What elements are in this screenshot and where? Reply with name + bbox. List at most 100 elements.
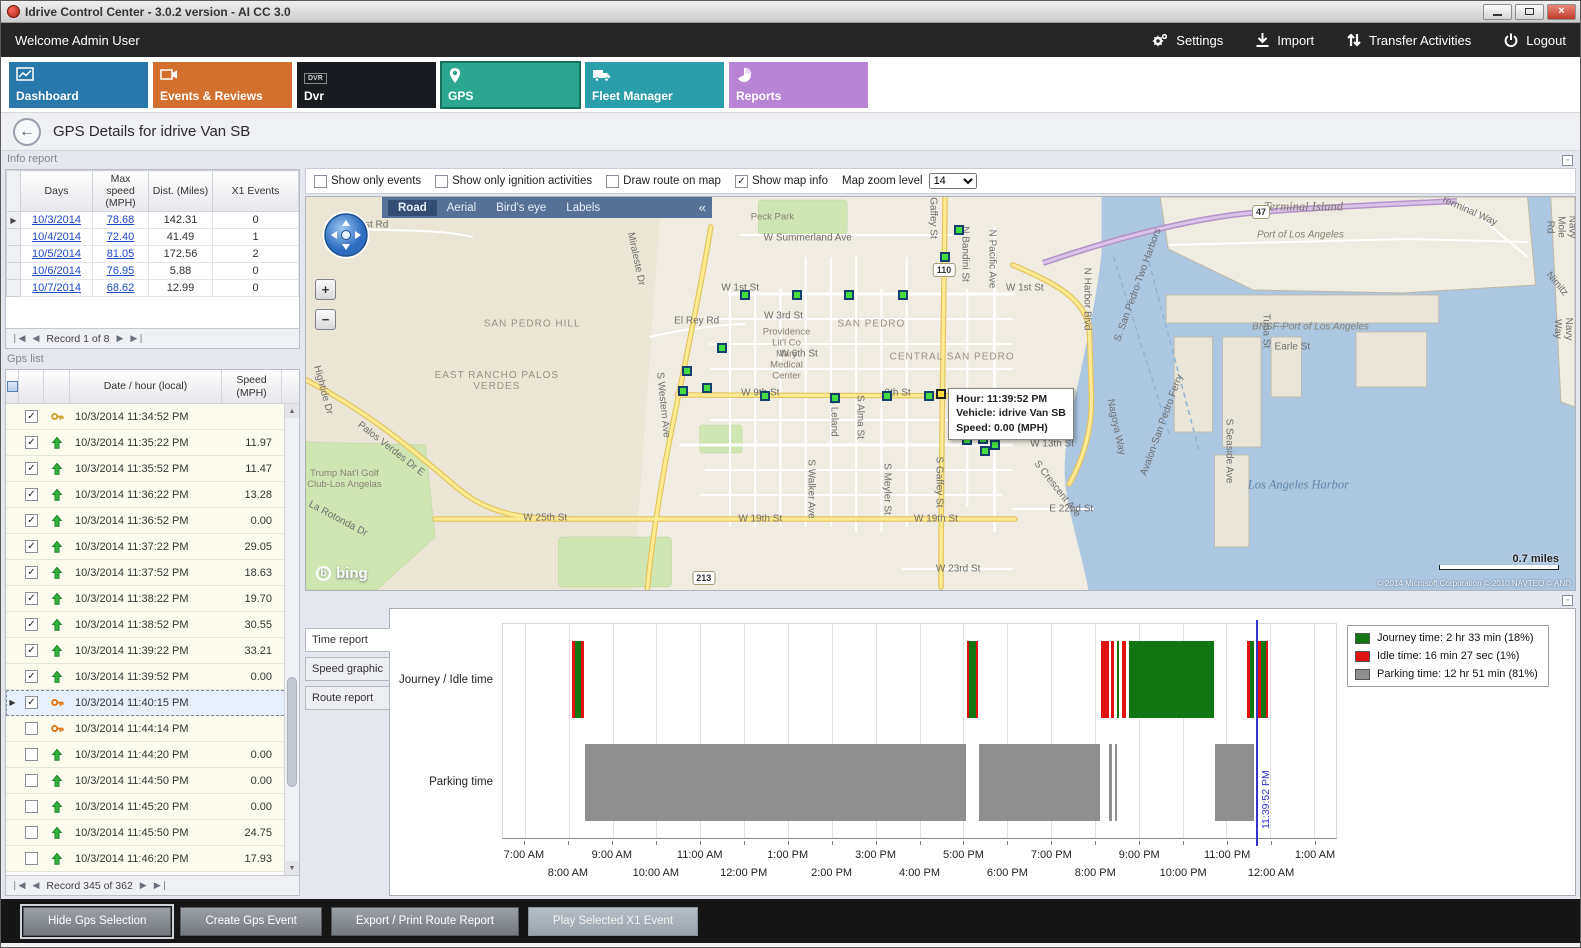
max-speed-link[interactable]: 76.95 — [107, 265, 135, 277]
gps-marker[interactable] — [717, 343, 727, 353]
tab-fleet-manager[interactable]: Fleet Manager — [585, 62, 724, 108]
gps-list-row[interactable]: ✓10/3/2014 11:37:22 PM29.05 — [6, 534, 299, 560]
gps-list-row[interactable]: ✓10/3/2014 11:35:52 PM11.47 — [6, 456, 299, 482]
map-view-labels[interactable]: Labels — [556, 200, 610, 216]
gps-marker[interactable] — [702, 383, 712, 393]
back-button[interactable]: ← — [13, 118, 41, 146]
info-report-row[interactable]: ▶10/3/201478.68142.310 — [7, 212, 299, 229]
tab-reports[interactable]: Reports — [729, 62, 868, 108]
day-link[interactable]: 10/3/2014 — [32, 214, 81, 226]
pager-prev-button[interactable]: ◀ — [32, 880, 39, 891]
row-checkbox[interactable]: ✓ — [25, 410, 38, 423]
day-link[interactable]: 10/5/2014 — [32, 248, 81, 260]
row-checkbox[interactable]: ✓ — [25, 436, 38, 449]
checkbox[interactable] — [435, 175, 448, 188]
gps-list-row[interactable]: 10/3/2014 11:45:50 PM24.75 — [6, 820, 299, 846]
play-selected-x1-event-button[interactable]: Play Selected X1 Event — [528, 907, 698, 936]
gps-marker[interactable] — [760, 391, 770, 401]
info-report-row[interactable]: 10/5/201481.05172.562 — [7, 246, 299, 263]
row-checkbox[interactable]: ✓ — [25, 566, 38, 579]
row-checkbox[interactable] — [25, 800, 38, 813]
gps-list-row[interactable]: 10/3/2014 11:45:20 PM0.00 — [6, 794, 299, 820]
row-checkbox[interactable] — [25, 722, 38, 735]
pager-last-button[interactable]: ▶❘ — [130, 333, 144, 344]
day-link[interactable]: 10/4/2014 — [32, 231, 81, 243]
gps-list-scrollbar[interactable]: ▲ ▼ — [284, 404, 299, 875]
gps-marker[interactable] — [844, 290, 854, 300]
info-report-row[interactable]: 10/4/201472.4041.491 — [7, 229, 299, 246]
pager-first-button[interactable]: ❘◀ — [11, 333, 25, 344]
maximize-button[interactable] — [1515, 4, 1544, 20]
time-cursor-line[interactable] — [1256, 620, 1258, 846]
import-button[interactable]: Import — [1255, 32, 1314, 48]
gps-marker[interactable] — [940, 252, 950, 262]
map[interactable]: Peck ParkCrest RdW Summerland AveMirales… — [305, 196, 1576, 591]
col-dist[interactable]: Dist. (Miles) — [149, 171, 213, 212]
scroll-down-icon[interactable]: ▼ — [285, 861, 299, 875]
row-checkbox[interactable] — [25, 774, 38, 787]
pager-last-button[interactable]: ▶❘ — [154, 880, 168, 891]
gps-marker[interactable] — [678, 386, 688, 396]
gps-list-row[interactable]: ✓10/3/2014 11:38:22 PM19.70 — [6, 586, 299, 612]
gps-list-row[interactable]: ✓10/3/2014 11:38:52 PM30.55 — [6, 612, 299, 638]
info-report-row[interactable]: 10/6/201476.955.880 — [7, 263, 299, 280]
row-checkbox[interactable]: ✓ — [25, 644, 38, 657]
col-x1-events[interactable]: X1 Events — [213, 171, 299, 212]
map-option-show-only-events[interactable]: Show only events — [314, 175, 421, 188]
row-checkbox[interactable]: ✓ — [25, 618, 38, 631]
gps-marker[interactable] — [830, 393, 840, 403]
checkbox[interactable]: ✓ — [735, 175, 748, 188]
gps-list-row[interactable]: 10/3/2014 11:44:14 PM — [6, 716, 299, 742]
gps-marker[interactable] — [740, 290, 750, 300]
max-speed-link[interactable]: 72.40 — [107, 231, 135, 243]
tab-dashboard[interactable]: Dashboard — [9, 62, 148, 108]
logout-button[interactable]: Logout — [1503, 32, 1566, 48]
col-days[interactable]: Days — [21, 171, 93, 212]
col-speed[interactable]: Speed (MPH) — [222, 370, 282, 403]
map-view-aerial[interactable]: Aerial — [437, 200, 486, 216]
create-gps-event-button[interactable]: Create Gps Event — [180, 907, 321, 936]
close-button[interactable]: × — [1547, 4, 1576, 20]
row-checkbox[interactable] — [25, 826, 38, 839]
map-zoom-select[interactable]: 14 — [929, 173, 977, 189]
row-checkbox[interactable]: ✓ — [25, 592, 38, 605]
checkbox[interactable] — [606, 175, 619, 188]
scroll-up-icon[interactable]: ▲ — [285, 404, 299, 418]
map-option-show-map-info[interactable]: ✓Show map info — [735, 175, 828, 188]
transfer-activities-button[interactable]: Transfer Activities — [1346, 32, 1471, 48]
gps-list-row[interactable]: 10/3/2014 11:44:20 PM0.00 — [6, 742, 299, 768]
gps-marker[interactable] — [980, 446, 990, 456]
gps-marker[interactable] — [882, 391, 892, 401]
gps-list-row[interactable]: ▶✓10/3/2014 11:40:15 PM — [6, 690, 299, 716]
map-viewbar-collapse-icon[interactable]: « — [699, 200, 706, 215]
gps-marker[interactable] — [898, 290, 908, 300]
row-checkbox[interactable]: ✓ — [25, 462, 38, 475]
minimize-button[interactable] — [1483, 4, 1512, 20]
select-all-cell[interactable] — [6, 370, 19, 403]
checkbox[interactable] — [314, 175, 327, 188]
tab-dvr[interactable]: DVR Dvr — [297, 62, 436, 108]
map-option-draw-route-on-map[interactable]: Draw route on map — [606, 175, 721, 188]
row-checkbox[interactable]: ✓ — [25, 670, 38, 683]
info-report-row[interactable]: 10/7/201468.6212.990 — [7, 280, 299, 297]
gps-list-row[interactable]: 10/3/2014 11:46:20 PM17.93 — [6, 846, 299, 872]
row-checkbox[interactable]: ✓ — [25, 696, 38, 709]
gps-list-row[interactable]: ✓10/3/2014 11:34:52 PM — [6, 404, 299, 430]
col-max-speed[interactable]: Max speed (MPH) — [93, 171, 149, 212]
row-checkbox[interactable]: ✓ — [25, 540, 38, 553]
selected-gps-marker[interactable] — [936, 389, 946, 399]
day-link[interactable]: 10/6/2014 — [32, 265, 81, 277]
gps-marker[interactable] — [990, 440, 1000, 450]
gps-list-row[interactable]: ✓10/3/2014 11:35:22 PM11.97 — [6, 430, 299, 456]
map-view-bird-s-eye[interactable]: Bird's eye — [486, 200, 556, 216]
tab-events-reviews[interactable]: Events & Reviews — [153, 62, 292, 108]
pager-next-button[interactable]: ▶ — [116, 333, 123, 344]
export-print-route-report-button[interactable]: Export / Print Route Report — [331, 907, 519, 936]
gps-marker[interactable] — [792, 290, 802, 300]
gps-marker[interactable] — [954, 225, 964, 235]
zoom-in-button[interactable]: + — [315, 279, 336, 300]
gps-list-row[interactable]: ✓10/3/2014 11:37:52 PM18.63 — [6, 560, 299, 586]
tab-gps[interactable]: GPS — [441, 62, 580, 108]
hide-gps-selection-button[interactable]: Hide Gps Selection — [23, 907, 171, 936]
row-checkbox[interactable] — [25, 748, 38, 761]
